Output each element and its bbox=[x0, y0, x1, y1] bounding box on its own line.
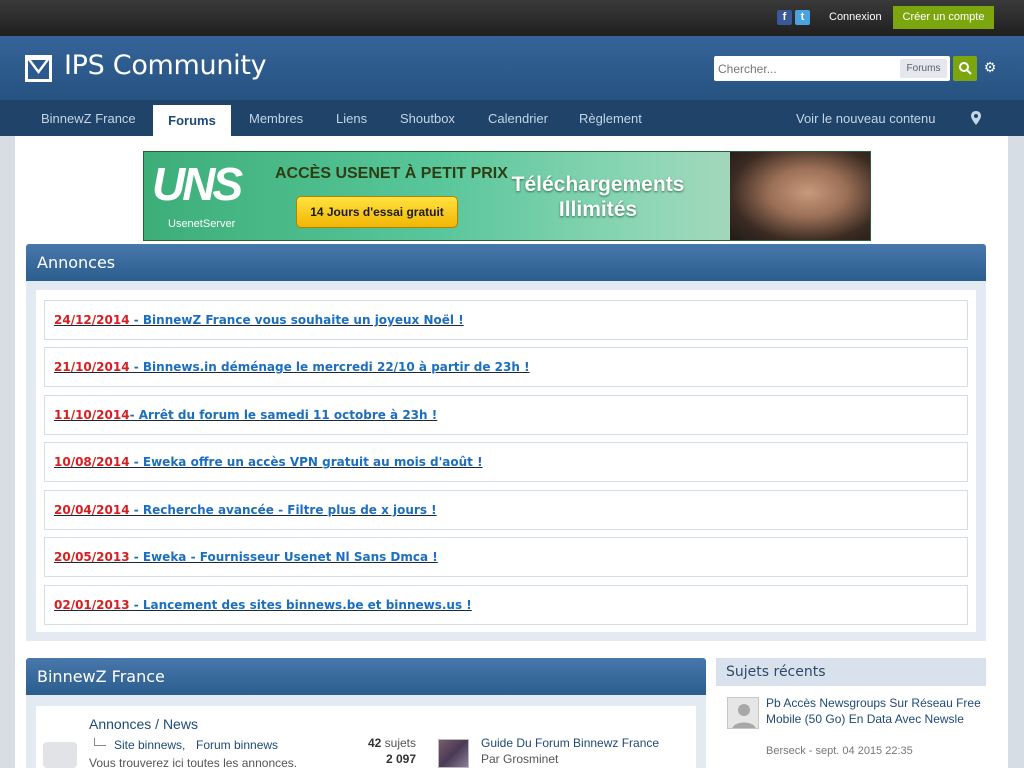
tab-binnewz-france[interactable]: BinnewZ France bbox=[41, 100, 136, 136]
posts-count: 2 097 bbox=[385, 752, 416, 766]
announcement-item[interactable]: 02/01/2013 - Lancement des sites binnews… bbox=[44, 585, 968, 625]
announcement-item[interactable]: 20/04/2014 - Recherche avancée - Filtre … bbox=[44, 490, 968, 530]
register-button[interactable]: Créer un compte bbox=[893, 6, 994, 29]
announcement-title: - Eweka - Fournisseur Usenet Nl Sans Dmc… bbox=[129, 550, 438, 564]
tab-liens[interactable]: Liens bbox=[336, 100, 367, 136]
ad-cta-button[interactable]: 14 Jours d'essai gratuit bbox=[296, 196, 458, 228]
recent-topics-header: Sujets récents bbox=[716, 658, 986, 686]
ad-banner[interactable]: UNS UsenetServer ACCÈS USENET À PETIT PR… bbox=[143, 151, 871, 241]
search-input[interactable] bbox=[718, 59, 898, 78]
last-post-title[interactable]: Guide Du Forum Binnewz France bbox=[481, 736, 659, 750]
facebook-icon[interactable]: f bbox=[777, 10, 792, 25]
search-box: Forums bbox=[714, 56, 950, 81]
last-post-author: Par Grosminet bbox=[481, 752, 559, 766]
subforum-marker bbox=[94, 738, 106, 746]
topics-label: sujets bbox=[384, 736, 416, 750]
forum-read-icon bbox=[43, 742, 77, 768]
user-silhouette-icon bbox=[732, 704, 756, 728]
avatar[interactable] bbox=[438, 739, 469, 768]
tab-membres[interactable]: Membres bbox=[249, 100, 303, 136]
site-logo[interactable]: IPS Community bbox=[64, 50, 267, 81]
announcement-date: 20/05/2013 bbox=[54, 550, 130, 564]
primary-nav: BinnewZ France Forums Membres Liens Shou… bbox=[0, 100, 1024, 136]
announcement-date: 11/10/2014 bbox=[54, 408, 130, 422]
avatar[interactable] bbox=[727, 697, 759, 729]
ad-sublogo: UsenetServer bbox=[168, 218, 236, 230]
login-link[interactable]: Connexion bbox=[829, 11, 882, 23]
announcement-title: - Lancement des sites binnews.be et binn… bbox=[129, 598, 472, 612]
announcement-item[interactable]: 24/12/2014 - BinnewZ France vous souhait… bbox=[44, 300, 968, 340]
tab-shoutbox[interactable]: Shoutbox bbox=[400, 100, 455, 136]
forum-description: Vous trouverez ici toutes les annonces. bbox=[89, 756, 298, 768]
subforum-link[interactable]: Forum binnews bbox=[196, 738, 278, 752]
announcement-title: - Arrêt du forum le samedi 11 octobre à … bbox=[129, 408, 438, 422]
ad-logo: UNS bbox=[152, 158, 243, 210]
site-header: IPS Community Forums ⚙ bbox=[0, 36, 1024, 100]
category-header[interactable]: BinnewZ France bbox=[26, 658, 706, 695]
new-content-link[interactable]: Voir le nouveau contenu bbox=[796, 100, 936, 136]
announcement-title: - Recherche avancée - Filtre plus de x j… bbox=[129, 503, 437, 517]
tab-forums[interactable]: Forums bbox=[153, 105, 231, 136]
map-marker-icon[interactable] bbox=[971, 111, 981, 125]
recent-topic-title[interactable]: Pb Accès Newsgroups Sur Réseau Free Mobi… bbox=[766, 695, 981, 727]
tab-reglement[interactable]: Règlement bbox=[579, 100, 642, 136]
announcement-item[interactable]: 10/08/2014 - Eweka offre un accès VPN gr… bbox=[44, 442, 968, 482]
ad-tagline: Téléchargements Illimités bbox=[511, 173, 685, 221]
announcement-title: - Binnews.in déménage le mercredi 22/10 … bbox=[129, 360, 530, 374]
ad-photo bbox=[730, 152, 870, 240]
logo-icon[interactable] bbox=[25, 55, 52, 82]
topics-number: 42 bbox=[367, 736, 382, 750]
tab-calendrier[interactable]: Calendrier bbox=[488, 100, 548, 136]
topics-count: 42 sujets bbox=[330, 736, 416, 750]
announcement-date: 10/08/2014 bbox=[54, 455, 130, 469]
recent-topic-meta: Berseck - sept. 04 2015 22:35 bbox=[766, 745, 913, 757]
announcement-title: - BinnewZ France vous souhaite un joyeux… bbox=[129, 313, 464, 327]
search-button[interactable] bbox=[953, 56, 977, 81]
announcement-date: 21/10/2014 bbox=[54, 360, 130, 374]
announcements-header: Annonces bbox=[26, 244, 986, 281]
ad-headline: ACCÈS USENET À PETIT PRIX bbox=[275, 165, 508, 182]
subforum-link[interactable]: Site binnews, bbox=[114, 738, 185, 752]
announcement-title: - Eweka offre un accès VPN gratuit au mo… bbox=[129, 455, 483, 469]
twitter-icon[interactable]: t bbox=[795, 10, 810, 25]
announcement-date: 20/04/2014 bbox=[54, 503, 130, 517]
search-scope-button[interactable]: Forums bbox=[900, 59, 947, 78]
gear-icon[interactable]: ⚙ bbox=[982, 60, 998, 76]
forum-title[interactable]: Annonces / News bbox=[89, 716, 198, 732]
announcement-item[interactable]: 20/05/2013 - Eweka - Fournisseur Usenet … bbox=[44, 537, 968, 577]
announcement-date: 02/01/2013 bbox=[54, 598, 130, 612]
announcement-item[interactable]: 21/10/2014 - Binnews.in déménage le merc… bbox=[44, 347, 968, 387]
announcement-item[interactable]: 11/10/2014- Arrêt du forum le samedi 11 … bbox=[44, 395, 968, 435]
announcement-date: 24/12/2014 bbox=[54, 313, 130, 327]
user-bar: f t Connexion Créer un compte bbox=[0, 0, 1024, 36]
search-icon bbox=[959, 62, 972, 75]
